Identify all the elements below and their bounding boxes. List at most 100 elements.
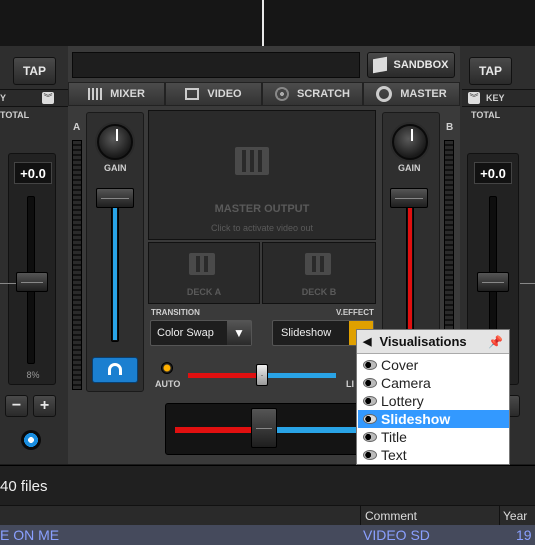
double-chevron-down-icon[interactable]: ︾ xyxy=(42,92,54,104)
transition-label: TRANSITION xyxy=(151,308,200,317)
tab-master-label: MASTER xyxy=(400,88,447,100)
sandbox-label: SANDBOX xyxy=(393,59,449,71)
menu-item-label: Text xyxy=(381,447,407,463)
right-total-label: TOTAL xyxy=(471,110,501,120)
link-label: LI xyxy=(346,379,354,389)
row-title: E ON ME xyxy=(0,527,60,543)
master-output-pane[interactable]: MASTER OUTPUT Click to activate video ou… xyxy=(148,110,376,240)
veffect-value: Slideshow xyxy=(281,327,332,339)
target-icon xyxy=(376,86,393,102)
menu-item-title[interactable]: Title xyxy=(358,428,509,446)
radio-icon xyxy=(363,360,377,370)
menu-item-lottery[interactable]: Lottery xyxy=(358,392,509,410)
row-comment: VIDEO SD xyxy=(363,527,430,543)
radio-icon xyxy=(363,450,377,460)
visualisations-menu-header: ◀ Visualisations 📌 xyxy=(357,330,509,354)
veffect-label: V.EFFECT xyxy=(336,308,374,317)
left-key-bar: Y ︾ xyxy=(0,89,68,107)
auto-led[interactable] xyxy=(161,362,173,374)
deck-b-video-pane[interactable]: DECK B xyxy=(262,242,376,304)
left-pitch-percent: 8% xyxy=(26,370,40,380)
left-pitch-center-line xyxy=(0,283,16,284)
video-crossfade-left xyxy=(188,373,263,378)
deck-b-letter: B xyxy=(446,122,454,133)
right-pitch-fader[interactable] xyxy=(477,272,509,292)
row-year: 19 xyxy=(516,527,532,543)
right-gain-knob[interactable] xyxy=(392,124,428,160)
left-headphones-button[interactable] xyxy=(92,357,138,383)
pitch-minus-button[interactable]: − xyxy=(5,395,28,417)
left-total-label: TOTAL xyxy=(0,110,30,120)
menu-item-label: Camera xyxy=(381,375,431,391)
top-bar xyxy=(0,0,535,46)
tap-button-left[interactable]: TAP xyxy=(13,57,56,85)
auto-label: AUTO xyxy=(155,379,181,389)
transition-select[interactable]: Color Swap ▼ xyxy=(150,320,252,346)
pitch-plus-button[interactable]: + xyxy=(33,395,56,417)
column-divider xyxy=(360,506,361,526)
table-row[interactable]: E ON ME VIDEO SD 19 xyxy=(0,525,535,545)
double-chevron-down-icon[interactable]: ︾ xyxy=(468,92,480,104)
menu-item-label: Title xyxy=(381,429,407,445)
audio-crossfader[interactable] xyxy=(251,408,277,448)
right-key-label: KEY xyxy=(486,93,505,103)
right-pitch-center-line xyxy=(520,283,535,284)
menu-item-camera[interactable]: Camera xyxy=(358,374,509,392)
tab-scratch[interactable]: SCRATCH xyxy=(262,82,363,106)
headphones-icon xyxy=(108,363,122,375)
left-key-label: Y xyxy=(0,93,7,103)
left-gain-knob[interactable] xyxy=(97,124,133,160)
menu-item-label: Lottery xyxy=(381,393,424,409)
menu-item-slideshow[interactable]: Slideshow xyxy=(358,410,509,428)
deck-b-video-label: DECK B xyxy=(301,287,337,297)
tab-mixer[interactable]: MIXER xyxy=(68,82,165,106)
tab-video-label: VIDEO xyxy=(207,88,242,100)
menu-item-cover[interactable]: Cover xyxy=(358,356,509,374)
cube-icon xyxy=(373,56,388,74)
menu-item-label: Slideshow xyxy=(381,411,451,427)
menu-item-text[interactable]: Text xyxy=(358,446,509,464)
right-gain-label: GAIN xyxy=(398,163,421,173)
browser-header: Comment Year xyxy=(0,505,535,526)
left-pitch-fader[interactable] xyxy=(16,272,48,292)
left-level-meter xyxy=(72,140,82,390)
right-pitch-display: +0.0 xyxy=(474,162,512,184)
back-arrow-icon[interactable]: ◀ xyxy=(363,335,371,348)
radio-icon xyxy=(363,396,377,406)
deck-a-video-label: DECK A xyxy=(186,287,222,297)
master-output-label: MASTER OUTPUT xyxy=(214,203,310,215)
column-header-year[interactable]: Year xyxy=(503,509,527,523)
deck-jog-icon[interactable] xyxy=(21,430,41,450)
playhead-marker xyxy=(262,0,264,46)
radio-icon xyxy=(363,414,377,424)
video-crossfade-right xyxy=(263,373,336,378)
tap-button-right[interactable]: TAP xyxy=(469,57,512,85)
pin-icon[interactable]: 📌 xyxy=(488,335,503,349)
column-divider xyxy=(499,506,500,526)
film-icon xyxy=(185,88,200,100)
right-volume-fill xyxy=(408,208,412,340)
deck-a-video-pane[interactable]: DECK A xyxy=(148,242,260,304)
browser-status-bar: 40 files xyxy=(0,465,535,505)
visualisations-title: Visualisations xyxy=(379,334,467,349)
sandbox-button[interactable]: SANDBOX xyxy=(367,52,455,78)
file-count: 40 files xyxy=(0,478,48,495)
film-icon xyxy=(189,253,215,275)
radio-icon xyxy=(363,378,377,388)
visualisations-menu: ◀ Visualisations 📌 Cover Camera Lottery … xyxy=(356,329,510,465)
film-icon xyxy=(235,147,269,175)
deck-a-letter: A xyxy=(73,122,81,133)
tab-scratch-label: SCRATCH xyxy=(297,88,350,100)
audio-crossfade-right xyxy=(265,427,365,433)
tab-video[interactable]: VIDEO xyxy=(165,82,262,106)
left-volume-fill xyxy=(113,208,117,340)
column-header-comment[interactable]: Comment xyxy=(365,509,417,523)
right-key-bar: ︾ KEY xyxy=(462,89,535,107)
deck-title-bar xyxy=(72,52,360,78)
tab-mixer-label: MIXER xyxy=(110,88,145,100)
right-volume-fader[interactable] xyxy=(390,188,428,208)
tab-master[interactable]: MASTER xyxy=(363,82,460,106)
left-volume-fader[interactable] xyxy=(96,188,134,208)
video-crossfader[interactable] xyxy=(256,364,268,386)
transition-value: Color Swap xyxy=(157,327,214,339)
